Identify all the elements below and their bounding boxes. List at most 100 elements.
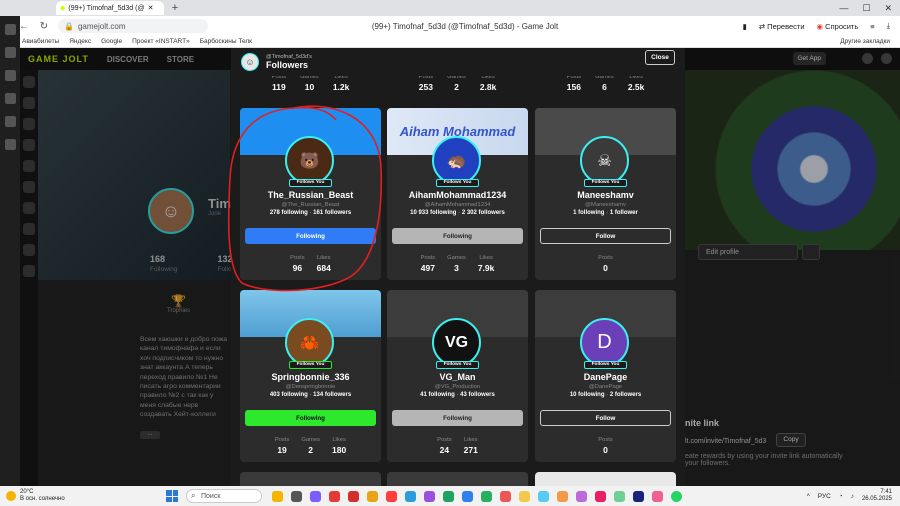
taskbar-app-icon[interactable] — [500, 490, 511, 502]
follower-card[interactable]: 🐻 Follows You The_Russian_Beast @The_Rus… — [240, 108, 381, 280]
sidebar-app-icon[interactable] — [4, 47, 16, 58]
weather-widget[interactable]: 20°C В осн. солнечно — [0, 489, 110, 502]
ask-icon: ◉ — [816, 21, 824, 31]
translate-button[interactable]: ⇄ Перевести — [759, 22, 805, 31]
card-follow-counts: 403 following · 134 followers — [269, 392, 352, 398]
taskbar-app-icon[interactable] — [462, 490, 473, 502]
taskbar-app-icon[interactable] — [652, 490, 663, 502]
address-bar[interactable]: 🔒 gamejolt.com — [58, 19, 208, 33]
card-follow-counts: 10 933 following · 2 302 followers — [410, 210, 505, 216]
follow-button[interactable]: Follow — [540, 410, 671, 426]
card-name[interactable]: Springbonnie_336 — [240, 372, 381, 382]
new-tab-icon[interactable]: + — [168, 1, 182, 15]
taskbar-app-icon[interactable] — [367, 490, 378, 502]
tray-chevron-icon[interactable]: ^ — [807, 493, 810, 500]
bookmark-item[interactable]: Авиабилеты — [22, 38, 59, 45]
taskbar-app-icon[interactable] — [481, 490, 492, 502]
taskbar-app-icon[interactable] — [272, 490, 283, 502]
taskbar-app-icon[interactable] — [424, 490, 435, 502]
card-avatar[interactable]: ☠ — [580, 136, 629, 185]
following-button[interactable]: Following — [392, 410, 523, 426]
card-name[interactable]: Maneeshamv — [535, 190, 676, 200]
sidebar-app-icon[interactable] — [4, 139, 16, 150]
avatar-text: D — [597, 331, 612, 353]
maximize-icon[interactable]: ☐ — [862, 3, 870, 14]
lock-icon: 🔒 — [64, 21, 74, 31]
follow-button[interactable]: Follow — [540, 228, 671, 244]
follower-card[interactable]: D Follows You DanePage @DanePage 10 foll… — [535, 290, 676, 462]
language-indicator[interactable]: РУС — [818, 493, 831, 500]
sidebar-app-icon[interactable] — [4, 93, 16, 104]
download-icon[interactable]: ⤓ — [887, 21, 890, 31]
followers-modal: ☺ @Timofnaf_5d3d's Followers Close Posts… — [231, 48, 685, 486]
card-name[interactable]: VG_Man — [387, 372, 528, 382]
card-avatar[interactable]: D — [580, 318, 629, 367]
bookmark-item[interactable]: Google — [101, 38, 122, 45]
follower-card[interactable]: VG Follows You VG_Man @VG_Production 41 … — [387, 290, 528, 462]
taskbar-app-icon[interactable] — [519, 490, 530, 502]
windows-start-icon[interactable] — [166, 490, 178, 502]
network-icon[interactable]: ◔ — [839, 493, 843, 500]
follower-card-stats: Posts 156 Games 6 Likes 2.5k — [566, 74, 645, 92]
follower-card[interactable]: 🦀 Follows You Springbonnie_336 @Densprin… — [240, 290, 381, 462]
follower-card[interactable] — [240, 472, 381, 486]
whatsapp-icon[interactable] — [671, 490, 682, 502]
follower-card[interactable]: Aiham Mohammad 🦔 Follows You AihamMohamm… — [387, 108, 528, 280]
taskbar-app-icon[interactable] — [310, 490, 321, 502]
address-text: gamejolt.com — [77, 21, 126, 31]
other-bookmarks[interactable]: Другие закладки — [840, 38, 900, 45]
card-avatar[interactable]: 🦔 — [432, 136, 481, 185]
taskbar-app-icon[interactable] — [576, 490, 587, 502]
taskbar-app-icon[interactable] — [405, 490, 416, 502]
sidebar-app-icon[interactable] — [4, 24, 16, 35]
browser-tab-strip: ◆ (99+) Timofnaf_5d3d (@ ✕ + — ☐ ✕ — [0, 0, 900, 16]
minimize-icon[interactable]: — — [839, 3, 848, 14]
photoshop-icon[interactable] — [633, 490, 644, 502]
card-name[interactable]: The_Russian_Beast — [240, 190, 381, 200]
card-avatar[interactable]: 🐻 — [285, 136, 334, 185]
volume-icon[interactable]: ♪ — [851, 493, 854, 500]
close-window-icon[interactable]: ✕ — [884, 3, 892, 14]
card-handle: @VG_Production — [434, 384, 481, 390]
card-handle: @The_Russian_Beast — [281, 202, 340, 208]
bookmark-item[interactable]: Проект «INSTART» — [132, 38, 190, 45]
card-follow-counts: 10 following · 2 followers — [569, 392, 642, 398]
follower-card[interactable] — [535, 472, 676, 486]
following-button[interactable]: Following — [245, 228, 376, 244]
follower-card[interactable] — [387, 472, 528, 486]
card-name[interactable]: DanePage — [535, 372, 676, 382]
yandex-browser-icon[interactable] — [348, 490, 359, 502]
follower-card-stats: Posts 253 Games 2 Likes 2.8k — [418, 74, 497, 92]
menu-icon[interactable]: ≡ — [870, 22, 874, 31]
reload-icon[interactable]: ↻ — [38, 21, 50, 32]
clock[interactable]: 7:41 26.05.2025 — [862, 489, 892, 503]
following-button[interactable]: Following — [245, 410, 376, 426]
taskbar-app-icon[interactable] — [538, 490, 549, 502]
ask-button[interactable]: ◉ Спросить — [817, 22, 859, 31]
browser-toolbar: ← ↻ 🔒 gamejolt.com (99+) Timofnaf_5d3d (… — [0, 16, 900, 36]
taskbar-app-icon[interactable] — [557, 490, 568, 502]
taskbar-app-icon[interactable] — [614, 490, 625, 502]
taskbar-search[interactable]: Поиск — [186, 489, 262, 503]
tab-close-icon[interactable]: ✕ — [148, 4, 154, 12]
taskbar-app-icon[interactable] — [291, 490, 302, 502]
card-avatar[interactable]: VG — [432, 318, 481, 367]
follower-card[interactable]: ☠ Follows You Maneeshamv @Maneeshamv 1 f… — [535, 108, 676, 280]
bookmark-icon[interactable]: ▮ — [743, 22, 747, 31]
edge-icon[interactable] — [443, 490, 454, 502]
following-button[interactable]: Following — [392, 228, 523, 244]
taskbar-app-icon[interactable] — [329, 490, 340, 502]
sidebar-app-icon[interactable] — [4, 70, 16, 81]
sidebar-app-icon[interactable] — [4, 116, 16, 127]
taskbar-app-icon[interactable] — [595, 490, 606, 502]
system-tray: ^ РУС ◔ ♪ 7:41 26.05.2025 — [807, 489, 900, 503]
weather-temp: 20°C — [20, 489, 34, 496]
follows-you-badge: Follows You — [436, 361, 479, 369]
close-button[interactable]: Close — [645, 50, 675, 65]
bookmark-item[interactable]: Яндекс — [69, 38, 91, 45]
opera-icon[interactable] — [386, 490, 397, 502]
card-name[interactable]: AihamMohammad1234 — [387, 190, 528, 200]
bookmark-item[interactable]: Барбоскины Телк — [200, 38, 252, 45]
browser-tab[interactable]: ◆ (99+) Timofnaf_5d3d (@ ✕ — [56, 1, 164, 15]
card-avatar[interactable]: 🦀 — [285, 318, 334, 367]
